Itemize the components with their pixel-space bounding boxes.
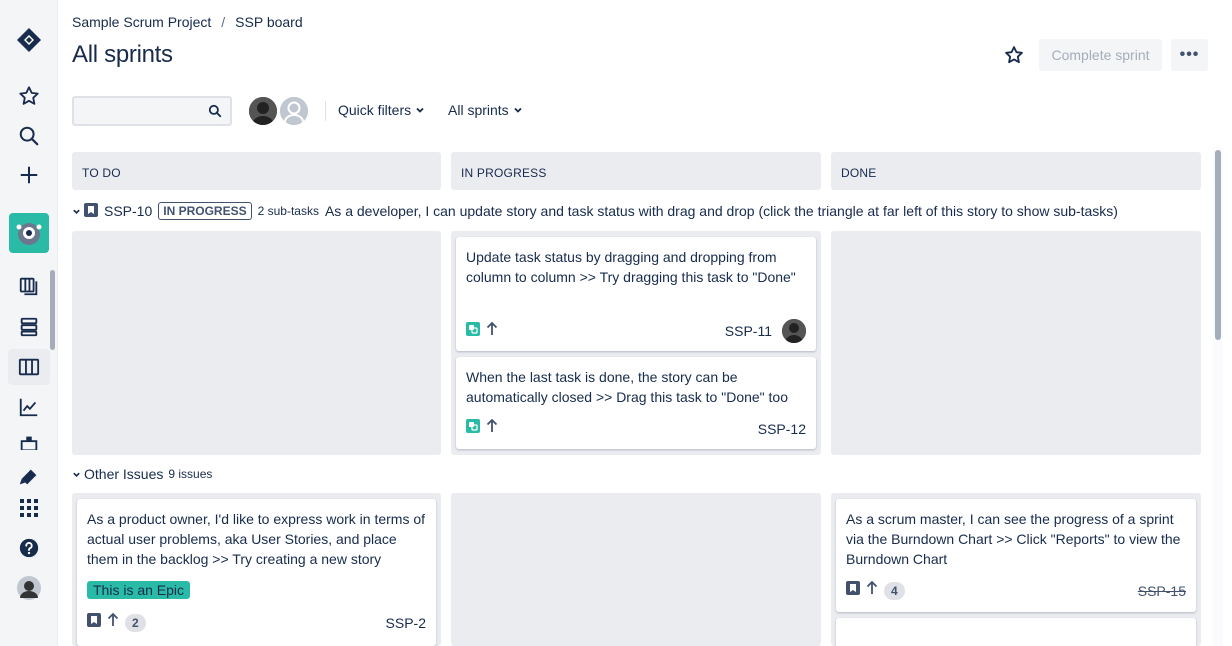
cell-todo-ssp-10 — [72, 231, 441, 455]
releases-icon[interactable] — [8, 428, 50, 450]
issue-key[interactable]: SSP-15 — [1138, 583, 1186, 599]
card-summary: When the last task is done, the story ca… — [466, 369, 788, 405]
sidebar-scrollbar[interactable] — [50, 270, 55, 350]
subtask-count: 2 sub-tasks — [257, 204, 319, 218]
swimlane-label: Other Issues — [84, 466, 164, 482]
page-title: All sprints — [72, 41, 173, 68]
status-badge: IN PROGRESS — [158, 202, 252, 220]
search-icon — [208, 104, 222, 118]
column-header-done: DONE — [831, 152, 1201, 190]
board-icon[interactable] — [8, 309, 50, 345]
issue-count: 9 issues — [168, 467, 213, 481]
issue-card-ssp-2[interactable]: As a product owner, I'd like to express … — [77, 499, 436, 646]
chevron-down-icon[interactable] — [72, 207, 84, 216]
user-avatar-filter[interactable] — [247, 95, 279, 127]
story-points-badge: 2 — [125, 613, 146, 632]
issue-key[interactable]: SSP-10 — [104, 203, 152, 219]
star-board-button[interactable] — [999, 40, 1029, 70]
priority-arrow-up-icon — [107, 612, 119, 632]
columns-icon[interactable] — [8, 349, 50, 385]
story-summary: As a developer, I can update story and t… — [324, 203, 1118, 219]
column-header-todo: TO DO — [72, 152, 441, 190]
quick-filters-dropdown[interactable]: Quick filters — [338, 102, 425, 118]
chevron-down-icon — [514, 107, 522, 113]
subtask-icon — [466, 321, 480, 341]
search-input[interactable] — [74, 98, 199, 124]
issue-card-ssp-15[interactable]: As a scrum master, I can see the progres… — [836, 499, 1196, 612]
issue-card-partial[interactable] — [836, 618, 1196, 646]
chevron-down-icon — [416, 107, 424, 113]
issue-card-ssp-12[interactable]: When the last task is done, the story ca… — [456, 357, 816, 449]
card-footer: 4 SSP-15 — [846, 580, 1186, 600]
star-icon — [1005, 46, 1023, 64]
breadcrumb-project-link[interactable]: Sample Scrum Project — [72, 14, 211, 30]
help-icon[interactable] — [8, 530, 50, 566]
profile-avatar[interactable] — [8, 570, 50, 606]
create-icon[interactable] — [8, 157, 50, 193]
project-avatar-icon[interactable] — [8, 213, 50, 253]
epic-label[interactable]: This is an Epic — [87, 581, 191, 599]
search-box — [72, 96, 232, 126]
search-icon[interactable] — [8, 118, 50, 154]
card-footer: SSP-12 — [466, 418, 806, 438]
unassigned-avatar-filter[interactable] — [278, 95, 310, 127]
story-icon — [846, 581, 860, 600]
sprints-label: All sprints — [448, 102, 509, 118]
filter-divider — [325, 101, 326, 121]
story-icon — [84, 202, 98, 220]
jira-logo-icon[interactable] — [8, 22, 50, 58]
card-footer: SSP-11 — [466, 319, 806, 343]
priority-arrow-up-icon — [866, 580, 878, 600]
breadcrumb-board-link[interactable]: SSP board — [235, 14, 302, 30]
global-sidebar — [0, 0, 58, 646]
issue-card-ssp-11[interactable]: Update task status by dragging and dropp… — [456, 237, 816, 351]
assignee-avatar[interactable] — [782, 319, 806, 343]
complete-sprint-button[interactable]: Complete sprint — [1039, 39, 1162, 71]
quick-filters-label: Quick filters — [338, 102, 412, 118]
subtask-icon — [466, 419, 480, 438]
board-scrollbar[interactable] — [1215, 150, 1221, 340]
issue-key[interactable]: SSP-12 — [758, 421, 806, 437]
story-points-badge: 4 — [884, 581, 905, 600]
star-icon[interactable] — [8, 78, 50, 114]
card-footer: 2 SSP-2 — [87, 612, 426, 632]
chevron-down-icon[interactable] — [72, 470, 84, 479]
cell-done-ssp-10 — [831, 231, 1201, 455]
story-icon — [87, 613, 101, 632]
backlog-icon[interactable] — [8, 268, 50, 304]
issue-key[interactable]: SSP-11 — [725, 323, 772, 339]
priority-arrow-up-icon — [486, 321, 498, 341]
card-summary: Update task status by dragging and dropp… — [466, 249, 796, 285]
card-summary: As a scrum master, I can see the progres… — [846, 511, 1181, 567]
breadcrumb-separator: / — [221, 14, 226, 30]
priority-arrow-up-icon — [486, 418, 498, 438]
breadcrumb: Sample Scrum Project / SSP board — [72, 14, 303, 30]
card-summary: As a product owner, I'd like to express … — [87, 511, 426, 567]
swimlane-header-ssp-10[interactable]: SSP-10 IN PROGRESS 2 sub-tasks As a deve… — [72, 202, 1118, 220]
cell-in-progress-other — [451, 493, 821, 646]
sprints-dropdown[interactable]: All sprints — [448, 102, 523, 118]
column-header-in-progress: IN PROGRESS — [451, 152, 821, 190]
issue-key[interactable]: SSP-2 — [386, 615, 426, 631]
swimlane-header-other-issues[interactable]: Other Issues 9 issues — [72, 466, 218, 482]
apps-icon[interactable] — [8, 490, 50, 526]
reports-icon[interactable] — [8, 389, 50, 425]
more-actions-button[interactable]: ••• — [1171, 39, 1208, 71]
